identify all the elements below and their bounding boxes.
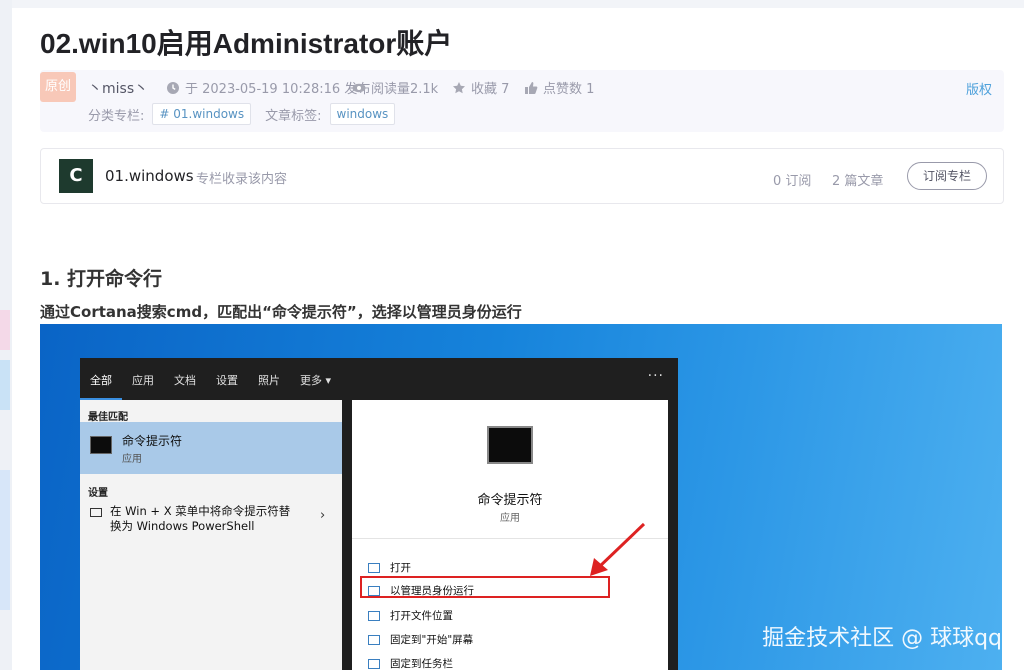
original-badge: 原创 [40, 72, 76, 102]
action-open-location: 打开文件位置 [368, 608, 453, 623]
settings-item: 在 Win + X 菜单中将命令提示符替换为 Windows PowerShel… [110, 504, 291, 533]
windows-search-panel: 全部 应用 文档 设置 照片 更多 ▾ ··· 最佳匹配 命令提示符 应用 设置… [80, 358, 678, 670]
clock-icon [167, 81, 179, 94]
cmd-large-icon [487, 426, 533, 464]
chevron-right-icon: › [320, 508, 326, 523]
article-screenshot: 全部 应用 文档 设置 照片 更多 ▾ ··· 最佳匹配 命令提示符 应用 设置… [40, 324, 1002, 670]
action-pin-taskbar: 固定到任务栏 [368, 656, 453, 670]
action-run-as-admin: 以管理员身份运行 [368, 583, 474, 598]
star-icon [453, 81, 465, 93]
like-button[interactable]: 点赞数 1 [524, 78, 594, 97]
action-open: 打开 [368, 560, 411, 575]
category-row: 分类专栏: # 01.windows 文章标签: windows [88, 103, 396, 125]
subscribe-column-button[interactable]: 订阅专栏 [907, 162, 987, 190]
category-label: 分类专栏: [88, 108, 145, 124]
column-cover-icon[interactable]: C [59, 159, 93, 193]
column-article-count: 2 篇文章 [832, 174, 884, 189]
more-options-icon: ··· [647, 368, 664, 384]
bg-fragment [0, 310, 10, 350]
action-label: 以管理员身份运行 [390, 585, 474, 597]
article-title: 02.win10启用Administrator账户 [40, 28, 453, 59]
best-match-item: 命令提示符 应用 [80, 422, 342, 474]
author-link[interactable]: 丶miss丶 [88, 78, 148, 98]
bg-fragment [0, 470, 10, 610]
like-count: 点赞数 1 [543, 82, 595, 97]
pin-icon [368, 634, 380, 645]
article-card: 02.win10启用Administrator账户 原创 丶miss丶 于 20… [12, 8, 1024, 670]
open-icon [368, 562, 380, 573]
red-arrow-icon [590, 522, 646, 576]
favorite-count: 收藏 7 [471, 82, 510, 97]
tags-label: 文章标签: [265, 108, 322, 124]
cmd-icon [90, 436, 112, 454]
copyright-link[interactable]: 版权 [966, 79, 992, 98]
column-subscribers: 0 订阅 [773, 174, 812, 189]
details-app-name: 命令提示符 [477, 493, 543, 508]
column-name[interactable]: 01.windows [105, 167, 194, 185]
article-meta: 原创 丶miss丶 于 2023-05-19 10:28:16 发布 阅读量2.… [40, 70, 1004, 132]
action-label: 固定到"开始"屏幕 [390, 634, 474, 646]
monitor-icon [90, 508, 102, 517]
bg-fragment [0, 360, 10, 410]
article-tag[interactable]: windows [329, 103, 396, 125]
results-pane: 最佳匹配 命令提示符 应用 设置 在 Win + X 菜单中将命令提示符替换为 … [80, 400, 342, 670]
column-info: C 01.windows 专栏收录该内容 0 订阅 2 篇文章 订阅专栏 [40, 148, 1004, 204]
pin-icon [368, 658, 380, 669]
action-label: 打开文件位置 [390, 610, 453, 622]
watermark: 掘金技术社区 @ 球球qq [762, 626, 1002, 651]
eye-icon [352, 83, 366, 92]
background-page-strip [0, 0, 12, 670]
tab-apps: 应用 [132, 374, 154, 387]
thumbs-up-icon [525, 81, 538, 94]
search-tabs: 全部 应用 文档 设置 照片 更多 ▾ [80, 358, 678, 400]
favorite-button[interactable]: 收藏 7 [452, 78, 509, 97]
best-match-type: 应用 [122, 454, 142, 465]
best-match-heading: 最佳匹配 [88, 412, 128, 423]
action-label: 打开 [390, 562, 411, 574]
settings-heading: 设置 [88, 488, 108, 499]
tab-settings: 设置 [216, 374, 238, 387]
read-count-text: 阅读量2.1k [371, 82, 439, 97]
tab-photos: 照片 [258, 374, 280, 387]
tab-docs: 文档 [174, 374, 196, 387]
tab-more: 更多 ▾ [300, 374, 332, 387]
section-paragraph: 通过Cortana搜索cmd，匹配出“命令提示符”，选择以管理员身份运行 [40, 303, 522, 321]
publish-time: 于 2023-05-19 10:28:16 发布 [166, 78, 370, 97]
action-label: 固定到任务栏 [390, 658, 453, 670]
publish-time-text: 于 2023-05-19 10:28:16 发布 [185, 82, 371, 97]
folder-icon [368, 610, 380, 621]
read-count: 阅读量2.1k [352, 78, 438, 97]
category-tag[interactable]: # 01.windows [152, 103, 252, 125]
column-desc: 专栏收录该内容 [196, 172, 288, 187]
action-pin-start: 固定到"开始"屏幕 [368, 632, 473, 647]
section-heading: 1. 打开命令行 [40, 268, 163, 290]
best-match-name: 命令提示符 [122, 434, 183, 448]
tab-all: 全部 [80, 358, 122, 400]
shield-icon [368, 585, 380, 596]
